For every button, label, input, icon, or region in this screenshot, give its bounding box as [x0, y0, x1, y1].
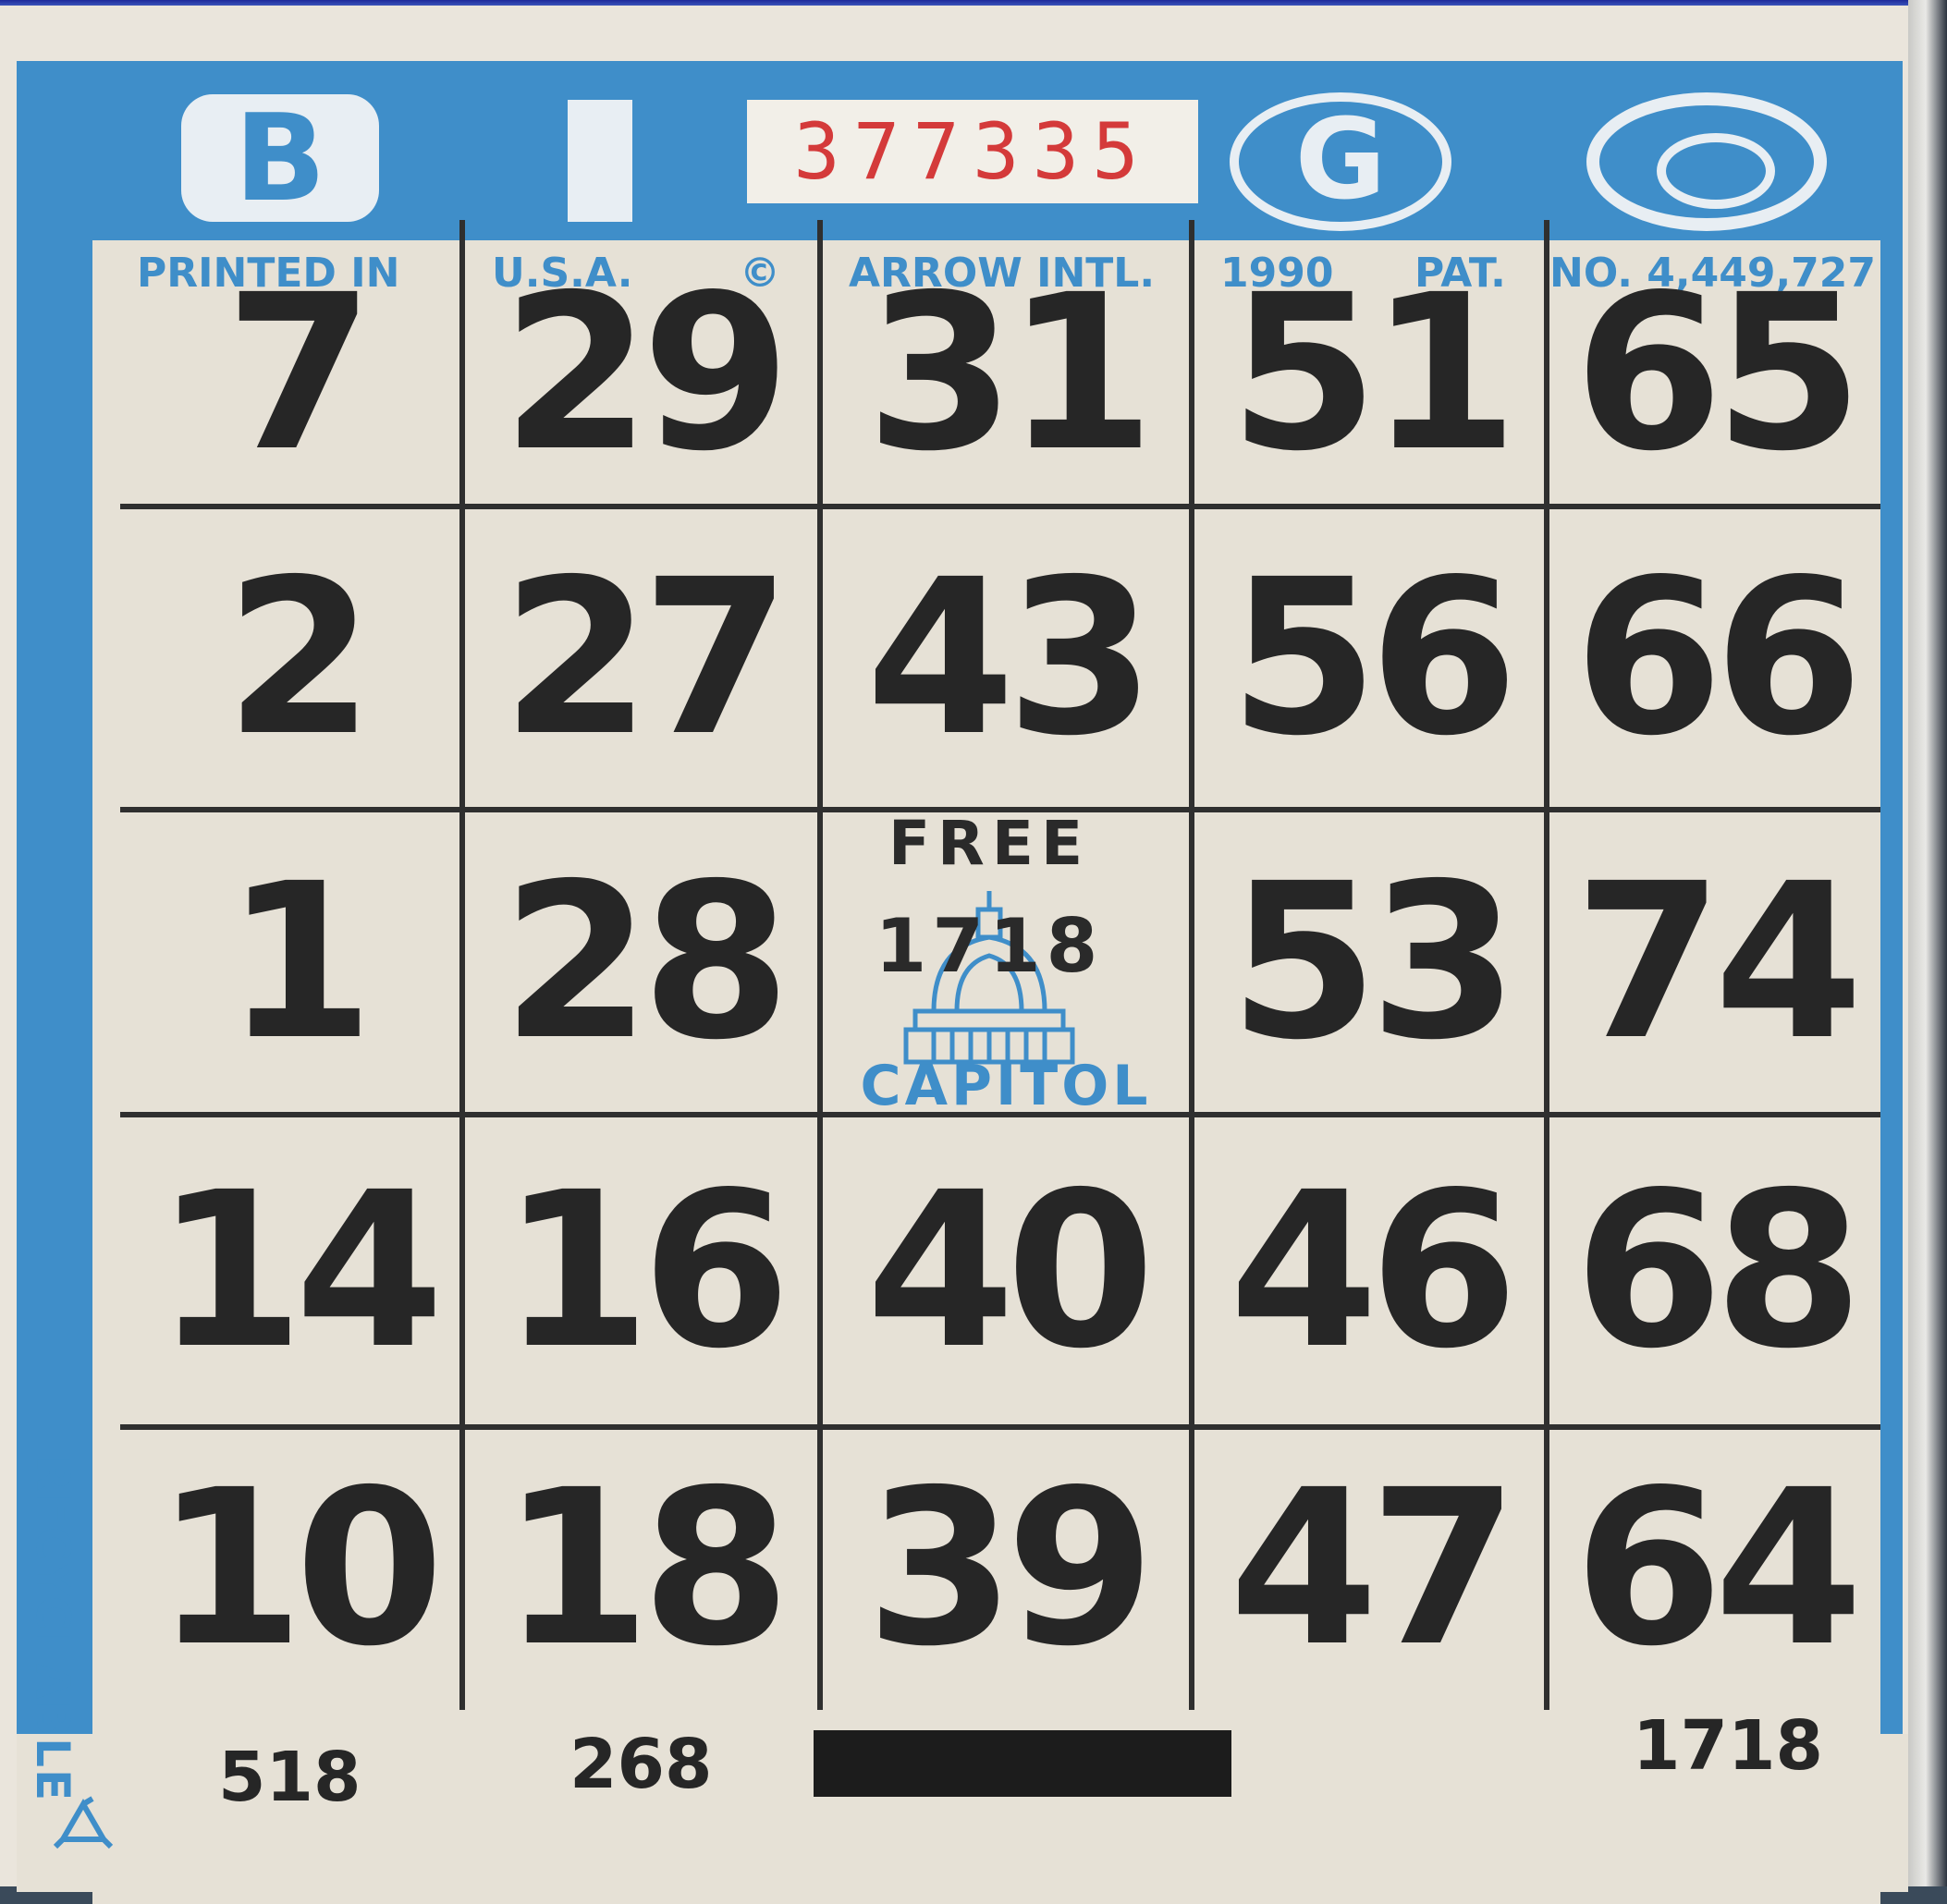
- cell-i2[interactable]: 27: [465, 509, 818, 807]
- recyclable-label: RECYCLABLE: [26, 1456, 80, 1803]
- capitol-brand: CAPITOL: [860, 1054, 1152, 1118]
- cell-b2[interactable]: 2: [129, 509, 460, 807]
- cell-o5[interactable]: 64: [1549, 1430, 1879, 1707]
- cell-n1[interactable]: 31: [823, 242, 1189, 505]
- letter-g: G: [1230, 92, 1451, 231]
- cell-g4[interactable]: 46: [1194, 1117, 1544, 1424]
- cell-b5[interactable]: 10: [129, 1430, 460, 1707]
- letter-i: I: [568, 100, 632, 222]
- bottom-code-left: 518: [218, 1738, 361, 1817]
- right-edge: [1908, 0, 1947, 1886]
- cell-g1[interactable]: 51: [1194, 242, 1544, 505]
- cell-b1[interactable]: 7: [129, 242, 460, 505]
- cell-b3[interactable]: 1: [129, 812, 460, 1112]
- cell-n4[interactable]: 40: [823, 1117, 1189, 1424]
- letter-b: B: [181, 94, 379, 222]
- cell-g3[interactable]: 53: [1194, 812, 1544, 1112]
- cell-i4[interactable]: 16: [465, 1117, 818, 1424]
- cell-g2[interactable]: 56: [1194, 509, 1544, 807]
- cell-n2[interactable]: 43: [823, 509, 1189, 807]
- serial-number: 377335: [747, 100, 1198, 203]
- cell-n5[interactable]: 39: [823, 1430, 1189, 1707]
- cell-i3[interactable]: 28: [465, 812, 818, 1112]
- free-label: FREE: [888, 808, 1091, 879]
- cell-b4[interactable]: 14: [129, 1117, 460, 1424]
- free-number: 1718: [875, 903, 1104, 989]
- cell-i1[interactable]: 29: [465, 242, 818, 505]
- letter-o: O: [1586, 92, 1827, 231]
- cell-i5[interactable]: 18: [465, 1430, 818, 1707]
- cell-o1[interactable]: 65: [1549, 242, 1879, 505]
- cell-o2[interactable]: 66: [1549, 509, 1879, 807]
- cell-o4[interactable]: 68: [1549, 1117, 1879, 1424]
- bottom-code-center-left: 268: [569, 1725, 713, 1804]
- bottom-code-right: 1718: [1633, 1706, 1823, 1786]
- cell-o3[interactable]: 74: [1549, 812, 1879, 1112]
- black-bar: [814, 1730, 1231, 1797]
- recycle-icon: [53, 1796, 114, 1849]
- cell-g5[interactable]: 47: [1194, 1430, 1544, 1707]
